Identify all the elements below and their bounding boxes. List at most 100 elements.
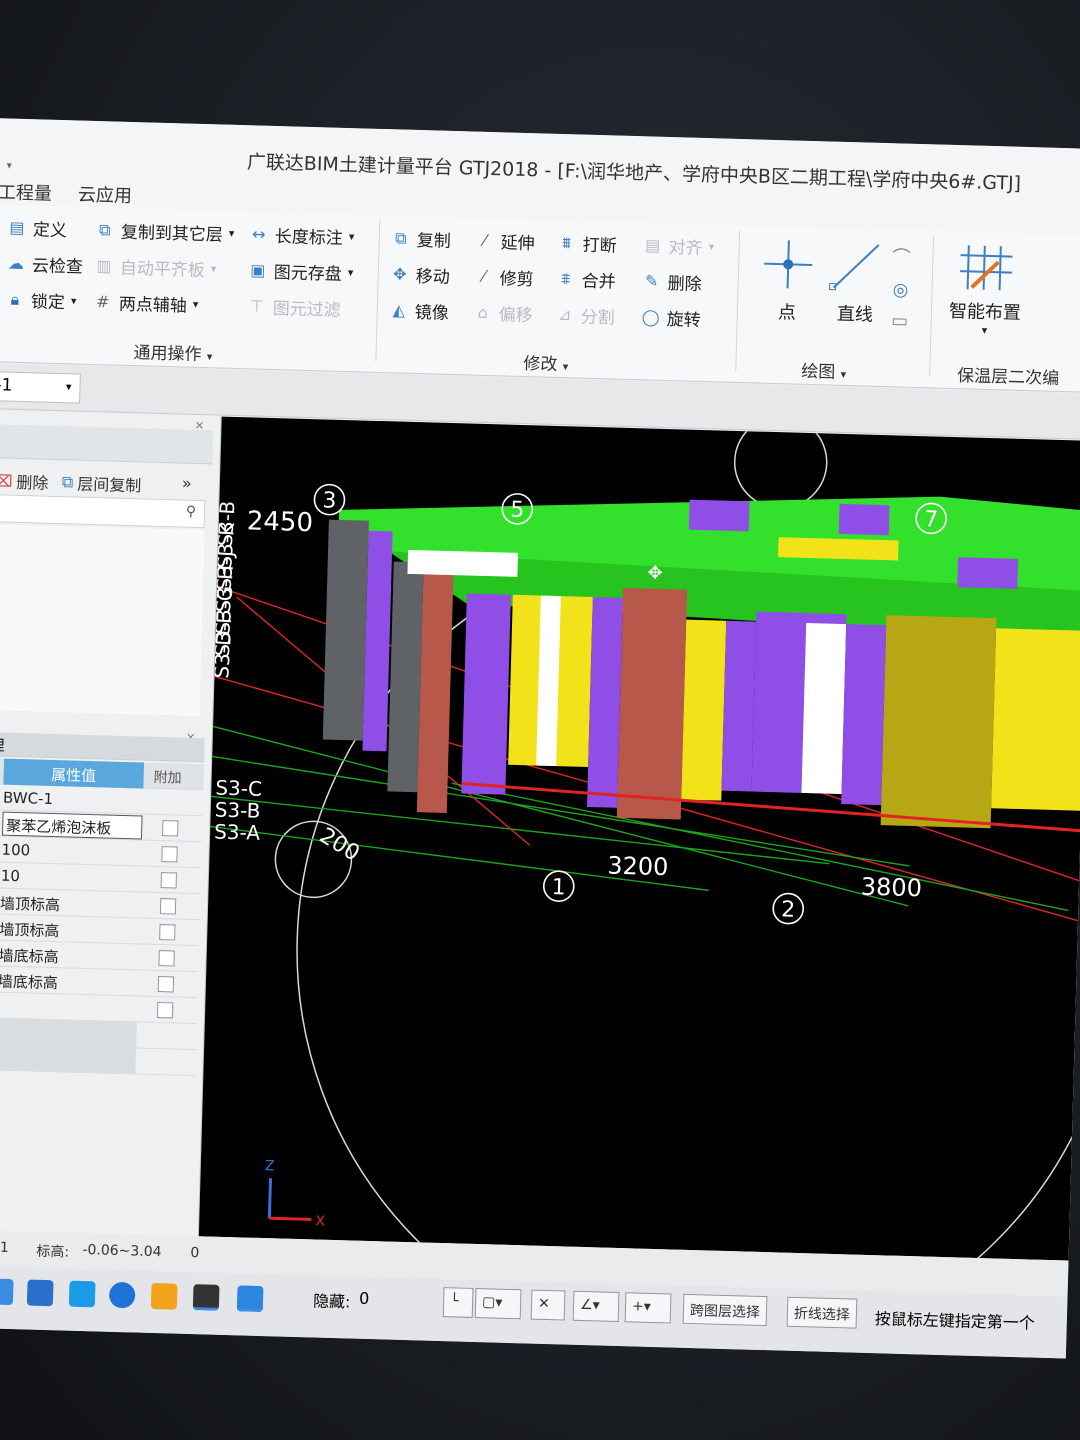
general-ops-group-label[interactable]: 通用操作 ▾ bbox=[133, 338, 213, 365]
align-button[interactable]: ▤ 对齐 ▾ bbox=[642, 232, 714, 259]
cross-layer-select-button[interactable]: 跨图层选择 bbox=[682, 1293, 768, 1327]
hidden-label: 隐藏: bbox=[312, 1291, 351, 1312]
property-value[interactable] bbox=[0, 1018, 137, 1048]
dropdown-arrow-icon: ▾ bbox=[206, 350, 213, 364]
rotate-button[interactable]: ◯ 旋转 bbox=[640, 304, 701, 331]
header-add: 附加 bbox=[153, 769, 182, 787]
general-ops-label: 通用操作 bbox=[133, 343, 202, 365]
ribbon-separator bbox=[929, 236, 935, 377]
attach-checkbox[interactable] bbox=[158, 950, 175, 967]
mail-icon[interactable] bbox=[68, 1280, 96, 1308]
property-value[interactable]: 100 bbox=[1, 841, 141, 863]
left-panel: × ⌫ 删除 ⧉ 层间复制 » ⚲ × 管理 属性值 附加 BWC-1 聚苯乙烯泡沫板… bbox=[0, 409, 222, 1257]
draw-group-label[interactable]: 绘图 ▾ bbox=[801, 357, 847, 383]
ortho-toggle[interactable]: └ bbox=[442, 1287, 474, 1318]
wall-block bbox=[841, 624, 887, 806]
attach-checkbox[interactable] bbox=[157, 976, 175, 993]
line-label: 直线 bbox=[836, 303, 874, 326]
property-value[interactable]: 墙底标高 bbox=[0, 945, 139, 970]
ribbon-toolbar: ▤ 定义 ⧉ 复制到其它层 ▾ ↔ 长度标注 ▾ ☁ 云检查 ▥ 自动平齐板 ▾ ▣ 图元存盘 ▾ … bbox=[0, 203, 1080, 393]
delete-button[interactable]: ✎ 删除 bbox=[641, 268, 702, 295]
split-button[interactable]: ⊿ 分割 bbox=[554, 302, 615, 328]
cloud-check-button[interactable]: ☁ 云检查 bbox=[6, 251, 84, 278]
two-point-axis-button[interactable]: # 两点辅轴 ▾ bbox=[93, 289, 199, 317]
mirror-icon: ◭ bbox=[392, 299, 406, 320]
define-button[interactable]: ▤ 定义 bbox=[7, 215, 68, 242]
x-axis-line bbox=[269, 1216, 312, 1221]
floor-copy-button[interactable]: ⧉ 层间复制 bbox=[62, 470, 142, 496]
auto-align-slab-button[interactable]: ▥ 自动平齐板 ▾ bbox=[94, 253, 217, 282]
more-icon[interactable]: » bbox=[182, 474, 192, 493]
wall-block bbox=[586, 597, 623, 808]
offset-button[interactable]: ⌂ 偏移 bbox=[472, 300, 533, 326]
snap-dropdown[interactable]: ▢▾ bbox=[474, 1288, 522, 1320]
move-button[interactable]: ✥ 移动 bbox=[389, 261, 450, 288]
property-value[interactable]: 聚苯乙烯泡沫板 bbox=[1, 811, 143, 840]
property-value[interactable]: 墙底标高 bbox=[0, 971, 138, 996]
property-row[interactable]: 式 bbox=[0, 1043, 197, 1077]
status-elevation: -0.06~3.04 bbox=[82, 1242, 162, 1261]
polyline-select-button[interactable]: 折线选择 bbox=[786, 1296, 858, 1329]
tab-cloud-app[interactable]: 云应用 bbox=[78, 180, 133, 207]
arc-icon[interactable]: ⌒ bbox=[892, 243, 911, 269]
quick-access-arrow-icon[interactable]: ▾ bbox=[7, 160, 12, 171]
length-annotation-button[interactable]: ↔ 长度标注 ▾ bbox=[249, 221, 355, 249]
attach-checkbox[interactable] bbox=[160, 872, 178, 889]
delete-element-button[interactable]: ⌫ 删除 bbox=[0, 468, 49, 494]
properties-table: 属性值 附加 BWC-1聚苯乙烯泡沫板厚...100(mm)10m)墙顶标高m)… bbox=[0, 757, 205, 1077]
offset-dropdown[interactable]: +▾ bbox=[624, 1292, 672, 1324]
media-icon[interactable] bbox=[192, 1284, 220, 1311]
draw-line-button[interactable]: 直线 bbox=[827, 239, 885, 327]
merge-button[interactable]: ⩨ 合并 bbox=[555, 266, 616, 293]
cross-toggle[interactable]: ✕ bbox=[530, 1289, 566, 1321]
property-value[interactable]: BWC-1 bbox=[3, 789, 143, 811]
browser-icon[interactable] bbox=[108, 1281, 136, 1309]
extend-button[interactable]: ⁄ 延伸 bbox=[474, 228, 535, 254]
property-value[interactable] bbox=[0, 1044, 137, 1074]
align-icon: ▤ bbox=[644, 234, 661, 255]
property-value[interactable]: 10 bbox=[1, 867, 141, 889]
search-input[interactable]: ⚲ bbox=[0, 493, 206, 529]
modify-group-label[interactable]: 修改 ▾ bbox=[523, 349, 569, 375]
app-icon[interactable] bbox=[150, 1282, 178, 1310]
tab-quantity[interactable]: 工程量 bbox=[0, 178, 52, 205]
element-filter-button[interactable]: ⊤ 图元过滤 bbox=[247, 293, 342, 321]
define-label: 定义 bbox=[32, 220, 68, 242]
attach-checkbox[interactable] bbox=[159, 898, 177, 915]
attach-checkbox[interactable] bbox=[156, 1002, 174, 1019]
attach-checkbox[interactable] bbox=[162, 820, 179, 837]
copy-to-floor-button[interactable]: ⧉ 复制到其它层 ▾ bbox=[95, 217, 235, 246]
circle-icon[interactable]: ◎ bbox=[892, 279, 908, 300]
angle-dropdown[interactable]: ∠▾ bbox=[572, 1290, 620, 1323]
break-button[interactable]: ⩩ 打断 bbox=[556, 230, 617, 257]
wall-block bbox=[461, 593, 511, 795]
copy-to-floor-label: 复制到其它层 bbox=[120, 222, 224, 246]
save-element-button[interactable]: ▣ 图元存盘 ▾ bbox=[248, 257, 354, 285]
trim-button[interactable]: ⁄ 修剪 bbox=[473, 264, 534, 290]
lock-button[interactable]: 🔒︎ 锁定 ▾ bbox=[5, 286, 77, 313]
gtj-app-icon[interactable] bbox=[236, 1285, 264, 1313]
align-label: 对齐 bbox=[668, 238, 703, 259]
copy-button[interactable]: ⧉ 复制 bbox=[390, 225, 451, 252]
3d-viewport[interactable]: 3 5 7 1 2 2450 3200 3800 200 S3-B S3-K S3-J S3-H S3-G… bbox=[198, 416, 1080, 1261]
floor-select[interactable]: -1 ▾ bbox=[0, 371, 81, 404]
element-tree[interactable] bbox=[0, 523, 205, 717]
element-filter-label: 图元过滤 bbox=[272, 298, 342, 321]
property-value[interactable]: 墙顶标高 bbox=[0, 919, 140, 944]
dropdown-arrow-icon: ▾ bbox=[210, 262, 217, 276]
draw-point-button[interactable]: 点 bbox=[761, 238, 815, 325]
3d-model-canvas[interactable]: 3 5 712245032003800200S3-BS3-KS3-JS3-HS3-G… bbox=[199, 416, 1080, 1261]
wall-block bbox=[721, 620, 757, 792]
smart-layout-button[interactable]: 智能布置 ▾ bbox=[948, 241, 1023, 338]
rectangle-icon[interactable]: ▭ bbox=[891, 310, 909, 331]
dimension-label: 200 bbox=[315, 823, 364, 866]
save-element-icon: ▣ bbox=[250, 259, 266, 280]
property-value[interactable]: 墙顶标高 bbox=[0, 893, 140, 918]
property-value[interactable] bbox=[0, 997, 137, 1001]
attach-checkbox[interactable] bbox=[159, 924, 176, 941]
wall-block bbox=[616, 587, 688, 820]
app-icon[interactable] bbox=[26, 1279, 54, 1307]
app-icon[interactable] bbox=[0, 1278, 14, 1306]
mirror-button[interactable]: ◭ 镜像 bbox=[388, 297, 449, 324]
attach-checkbox[interactable] bbox=[161, 846, 178, 863]
